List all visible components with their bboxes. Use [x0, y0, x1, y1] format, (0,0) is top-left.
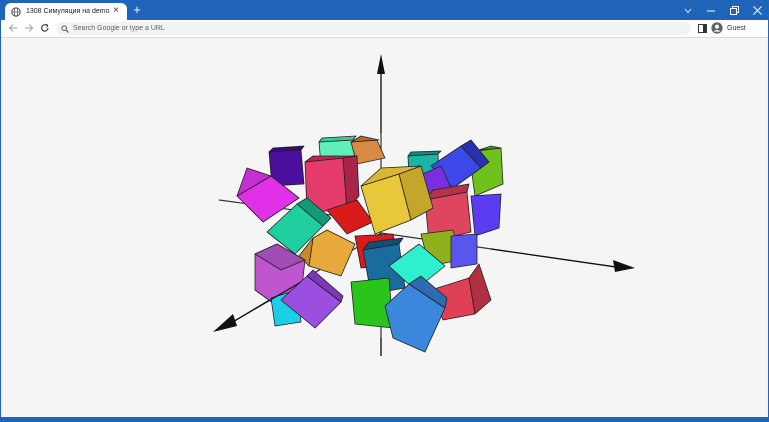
tab-search-icon[interactable] [677, 1, 699, 20]
cube-violet-right [470, 193, 502, 237]
cube-yellow-main [360, 165, 434, 235]
back-icon[interactable] [6, 21, 20, 35]
profile-name: Guest [727, 24, 746, 32]
minimize-icon[interactable] [700, 1, 722, 20]
tab-strip: 1308 Симуляция на demo.html × + [1, 1, 768, 20]
search-icon [61, 24, 69, 33]
profile-button[interactable]: Guest [711, 21, 746, 35]
axis-arrow-front [213, 314, 237, 332]
tab-title: 1308 Симуляция на demo.html [26, 8, 110, 15]
simulation-viewport[interactable] [1, 38, 768, 417]
globe-icon [11, 6, 21, 17]
cube-green-front [350, 277, 394, 329]
browser-window: 1308 Симуляция на demo.html × + [0, 0, 769, 418]
axis-arrow-right [613, 260, 635, 272]
axis-arrow-up [377, 54, 385, 74]
active-tab[interactable]: 1308 Симуляция на demo.html × [5, 3, 127, 20]
restore-icon[interactable] [723, 1, 745, 20]
close-window-icon[interactable] [746, 1, 768, 20]
forward-icon[interactable] [22, 21, 36, 35]
avatar-icon [711, 22, 723, 34]
cube-cluster [236, 135, 504, 353]
cube-indigo-small [450, 233, 478, 269]
new-tab-button[interactable]: + [131, 3, 143, 16]
reload-icon[interactable] [38, 21, 52, 35]
side-panel-icon[interactable] [695, 21, 709, 35]
address-input[interactable] [69, 25, 633, 32]
scene-canvas[interactable] [1, 38, 768, 417]
close-tab-icon[interactable]: × [111, 6, 121, 16]
browser-toolbar: Guest [1, 20, 768, 38]
omnibox[interactable] [56, 22, 691, 35]
